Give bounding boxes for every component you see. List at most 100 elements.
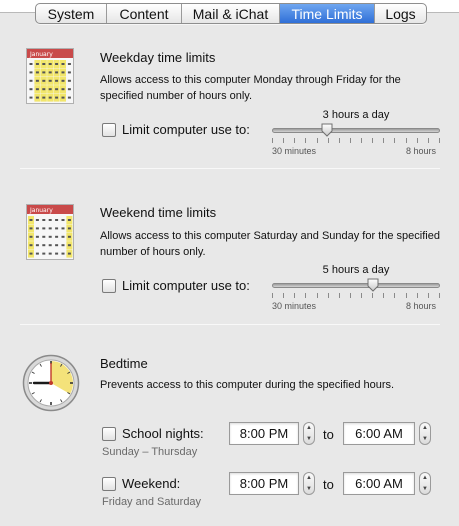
calendar-day-mark xyxy=(48,79,52,82)
slider-tick xyxy=(338,138,340,143)
weekday-slider-knob[interactable] xyxy=(321,123,333,137)
calendar-day-mark xyxy=(29,96,33,99)
weekend-bedtime-start-stepper[interactable]: ▲ ▼ xyxy=(303,472,315,495)
stepper-up-icon[interactable]: ▲ xyxy=(306,425,312,431)
calendar-day-mark xyxy=(67,88,71,91)
calendar-day-mark xyxy=(61,235,65,238)
school-nights-label: School nights: xyxy=(122,426,204,441)
slider-tick xyxy=(372,138,374,143)
calendar-day-mark xyxy=(67,219,71,221)
weekend-bedtime-start-time[interactable]: 8:00 PM xyxy=(229,472,299,495)
school-nights-end-stepper[interactable]: ▲ ▼ xyxy=(419,422,431,445)
calendar-day-mark xyxy=(29,252,33,255)
slider-tick xyxy=(272,138,273,143)
weekday-limit-label: Limit computer use to: xyxy=(122,122,250,137)
calendar-day-mark xyxy=(55,79,59,82)
calendar-day-mark xyxy=(42,219,46,221)
slider-tick xyxy=(439,293,440,298)
weekday-calendar-grid xyxy=(29,60,71,102)
stepper-up-icon[interactable]: ▲ xyxy=(422,475,428,481)
weekend-slider-track[interactable] xyxy=(272,283,440,288)
school-nights-start-time[interactable]: 8:00 PM xyxy=(229,422,299,445)
stepper-down-icon[interactable]: ▼ xyxy=(306,436,312,442)
calendar-day-mark xyxy=(35,219,39,221)
school-nights-end-time[interactable]: 6:00 AM xyxy=(343,422,415,445)
weekend-bedtime-checkbox[interactable] xyxy=(102,476,116,491)
slider-tick xyxy=(383,138,385,143)
slider-tick xyxy=(427,293,429,298)
school-nights-checkbox[interactable] xyxy=(102,426,116,441)
calendar-day-mark xyxy=(55,88,59,91)
calendar-day-mark xyxy=(42,227,46,230)
stepper-up-icon[interactable]: ▲ xyxy=(306,475,312,481)
slider-tick xyxy=(294,138,296,143)
slider-tick xyxy=(405,138,407,143)
slider-tick xyxy=(439,138,440,143)
slider-tick xyxy=(405,293,407,298)
slider-tick xyxy=(361,293,363,298)
calendar-day-mark xyxy=(35,88,39,91)
tab-time-limits[interactable]: Time Limits xyxy=(280,4,375,23)
weekend-slider-value: 5 hours a day xyxy=(322,264,390,276)
section-divider xyxy=(20,168,440,169)
school-nights-start-stepper[interactable]: ▲ ▼ xyxy=(303,422,315,445)
weekday-slider-ticks xyxy=(272,138,440,144)
calendar-day-mark xyxy=(61,79,65,82)
stepper-down-icon[interactable]: ▼ xyxy=(422,486,428,492)
calendar-day-mark xyxy=(42,96,46,99)
tab-mail-ichat[interactable]: Mail & iChat xyxy=(182,4,280,23)
weekend-slider-min: 30 minutes xyxy=(272,301,317,311)
weekend-limit-checkbox[interactable] xyxy=(102,278,116,293)
slider-tick xyxy=(305,293,307,298)
calendar-day-mark xyxy=(55,244,59,247)
weekend-bedtime-days: Friday and Saturday xyxy=(102,496,202,508)
calendar-day-mark xyxy=(61,219,65,221)
weekend-bedtime-to: to xyxy=(323,477,334,492)
stepper-down-icon[interactable]: ▼ xyxy=(306,486,312,492)
calendar-day-mark xyxy=(48,96,52,99)
calendar-day-mark xyxy=(42,79,46,82)
calendar-day-mark xyxy=(29,227,33,230)
calendar-day-mark xyxy=(61,63,65,65)
weekend-slider-knob[interactable] xyxy=(367,278,379,292)
calendar-day-mark xyxy=(48,235,52,238)
calendar-day-mark xyxy=(48,71,52,74)
tab-content[interactable]: Content xyxy=(107,4,182,23)
slider-tick xyxy=(272,293,273,298)
calendar-day-mark xyxy=(48,244,52,247)
calendar-day-mark xyxy=(35,227,39,230)
tab-logs[interactable]: Logs xyxy=(375,4,426,23)
calendar-day-mark xyxy=(48,88,52,91)
school-nights-row: School nights: xyxy=(102,426,204,441)
calendar-day-mark xyxy=(55,227,59,230)
tab-system[interactable]: System xyxy=(36,4,107,23)
calendar-day-mark xyxy=(42,63,46,65)
calendar-day-mark xyxy=(35,235,39,238)
weekend-bedtime-row: Weekend: xyxy=(102,476,180,491)
stepper-down-icon[interactable]: ▼ xyxy=(422,436,428,442)
weekend-bedtime-end-time[interactable]: 6:00 AM xyxy=(343,472,415,495)
stepper-up-icon[interactable]: ▲ xyxy=(422,425,428,431)
calendar-day-mark xyxy=(48,219,52,221)
calendar-day-mark xyxy=(67,96,71,99)
slider-tick xyxy=(316,138,318,143)
slider-tick xyxy=(305,138,307,143)
weekday-slider-value: 3 hours a day xyxy=(322,109,390,121)
weekend-calendar-icon: January xyxy=(26,204,74,260)
weekday-limit-checkbox[interactable] xyxy=(102,122,116,137)
weekday-slider-track[interactable] xyxy=(272,128,440,133)
calendar-day-mark xyxy=(55,71,59,74)
weekday-slider-min: 30 minutes xyxy=(272,146,317,156)
slider-tick xyxy=(316,293,318,298)
weekday-limit-row: Limit computer use to: xyxy=(102,122,250,137)
slider-tick xyxy=(361,138,363,143)
calendar-day-mark xyxy=(48,227,52,230)
weekend-description: Allows access to this computer Saturday … xyxy=(100,230,440,258)
calendar-day-mark xyxy=(48,63,52,65)
calendar-day-mark xyxy=(61,71,65,74)
calendar-day-mark xyxy=(61,252,65,255)
weekend-slider-max: 8 hours xyxy=(406,301,437,311)
calendar-day-mark xyxy=(55,235,59,238)
school-nights-to: to xyxy=(323,427,334,442)
weekend-bedtime-end-stepper[interactable]: ▲ ▼ xyxy=(419,472,431,495)
